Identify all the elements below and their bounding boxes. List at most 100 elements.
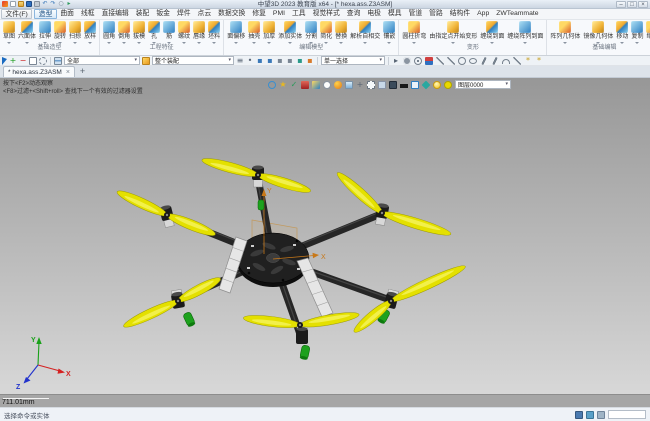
- brush-icon[interactable]: [301, 81, 309, 89]
- pan-icon[interactable]: +: [356, 81, 364, 89]
- landing-foot-green[interactable]: [183, 311, 196, 327]
- scope-combobox[interactable]: 整个装配▾: [152, 56, 234, 65]
- arc-a-icon[interactable]: [502, 59, 510, 64]
- play-icon[interactable]: ▸: [66, 1, 72, 7]
- layer-color-icon[interactable]: [444, 81, 452, 89]
- ribbon-button-divide[interactable]: 分割: [304, 21, 318, 44]
- display-window-icon[interactable]: [378, 81, 386, 89]
- ribbon-button-rib[interactable]: 筋: [162, 21, 176, 44]
- menu-item-3[interactable]: 线框: [77, 9, 98, 19]
- maximize-button[interactable]: □: [627, 1, 637, 8]
- filter-combobox[interactable]: 全部▾: [64, 56, 140, 65]
- ribbon-button-extrude[interactable]: 拉伸: [38, 21, 52, 44]
- ribbon-button-revolve[interactable]: 旋转: [53, 21, 67, 44]
- ribbon-button-pattern-geometry[interactable]: 阵列几何体: [549, 21, 581, 44]
- minimize-button[interactable]: –: [616, 1, 626, 8]
- status-input-box[interactable]: [608, 410, 646, 419]
- image-plane-icon[interactable]: [345, 81, 353, 89]
- menu-item-17[interactable]: 管道: [405, 9, 426, 19]
- menu-item-file[interactable]: 文件(F): [1, 9, 32, 19]
- refresh-view-icon[interactable]: [268, 81, 276, 89]
- menu-item-19[interactable]: 结构件: [446, 9, 473, 19]
- section-bar-icon[interactable]: [400, 84, 408, 88]
- hexacopter-model-canvas[interactable]: Y X: [0, 78, 650, 407]
- ribbon-button-deform-by-point[interactable]: 由指定点开始变形: [428, 21, 478, 44]
- ribbon-button-stock[interactable]: 坯料: [207, 21, 221, 44]
- lasso-select-icon[interactable]: [39, 57, 47, 65]
- axis-icon[interactable]: [425, 57, 433, 65]
- cube-icon[interactable]: [312, 81, 320, 89]
- undo-icon[interactable]: ↶: [42, 1, 48, 7]
- ribbon-button-shell[interactable]: 抽壳: [247, 21, 261, 44]
- ribbon-button-copy[interactable]: 复制: [630, 21, 644, 44]
- menu-item-20[interactable]: App: [474, 9, 493, 19]
- slash-icon[interactable]: [513, 57, 521, 65]
- tab-close-icon[interactable]: ×: [66, 69, 70, 76]
- ribbon-button-thread[interactable]: 螺纹: [177, 21, 191, 44]
- ribbon-button-box[interactable]: 六面体: [17, 21, 37, 44]
- target-icon[interactable]: [414, 57, 422, 65]
- landing-leg-right[interactable]: [297, 258, 333, 317]
- pick-all-icon[interactable]: ▪: [306, 57, 314, 65]
- ribbon-button-mirror-geometry[interactable]: 镜像几何体: [582, 21, 614, 44]
- menu-item-11[interactable]: PMI: [269, 9, 288, 19]
- menu-item-21[interactable]: ZWTeammate: [493, 9, 542, 19]
- wave-icon[interactable]: [491, 57, 499, 65]
- print-icon[interactable]: [34, 1, 40, 7]
- ribbon-button-draft[interactable]: 拔模: [132, 21, 146, 44]
- ribbon-button-inlay[interactable]: 镶嵌: [382, 21, 396, 44]
- ribbon-button-resolve-selfint[interactable]: 解析自相交: [349, 21, 381, 44]
- ribbon-button-hole[interactable]: 孔: [147, 21, 161, 44]
- viewport-frame-icon[interactable]: [411, 81, 419, 89]
- circle-a-icon[interactable]: [458, 57, 466, 65]
- clock-icon[interactable]: [323, 81, 331, 89]
- pick-prev-icon[interactable]: ▪: [256, 57, 264, 65]
- check-icon[interactable]: ✓: [290, 81, 298, 89]
- app-logo-icon[interactable]: [2, 1, 8, 7]
- menu-item-18[interactable]: 管路: [426, 9, 447, 19]
- menu-item-4[interactable]: 直接编辑: [98, 9, 132, 19]
- pin-icon[interactable]: •: [246, 57, 254, 65]
- layer-combobox[interactable]: 图层0000▾: [455, 80, 511, 89]
- menu-item-8[interactable]: 点云: [194, 9, 215, 19]
- grid-status-icon[interactable]: [575, 411, 583, 419]
- ellipse-a-icon[interactable]: [469, 58, 477, 64]
- ribbon-button-lip[interactable]: 唇缘: [192, 21, 206, 44]
- display-status-icon[interactable]: [586, 411, 594, 419]
- menu-item-6[interactable]: 钣金: [153, 9, 174, 19]
- green-standoff[interactable]: [258, 200, 264, 210]
- ribbon-button-face-offset[interactable]: 面偏移: [226, 21, 246, 44]
- regen-icon[interactable]: ○: [58, 1, 64, 7]
- collapse-minus-icon[interactable]: −: [19, 57, 27, 65]
- document-tab[interactable]: * hexa.ass.Z3ASM ×: [3, 66, 75, 77]
- viewport-3d[interactable]: 按下<F2>动态观察 <F8>过滤+<Shift+roll> 查找下一个有效的过…: [0, 78, 650, 407]
- redo-icon[interactable]: ↷: [50, 1, 56, 7]
- motor-bottom[interactable]: [296, 325, 308, 344]
- pick-last-icon[interactable]: ▪: [296, 57, 304, 65]
- center-hub-plate[interactable]: [237, 233, 309, 287]
- menu-item-15[interactable]: 电极: [364, 9, 385, 19]
- pick-arrow-icon[interactable]: ▸: [392, 57, 400, 65]
- new-tab-button[interactable]: +: [75, 66, 90, 77]
- cursor-icon[interactable]: [2, 57, 7, 65]
- list-status-icon[interactable]: [597, 411, 605, 419]
- zoom-window-icon[interactable]: [367, 81, 375, 89]
- ribbon-button-wrap-pattern[interactable]: 缠绕阵列到面: [506, 21, 544, 44]
- ribbon-button-wrap-to-face[interactable]: 缠绕到面: [479, 21, 505, 44]
- menu-item-10[interactable]: 修复: [249, 9, 270, 19]
- ribbon-button-loft[interactable]: 放样: [83, 21, 97, 44]
- menu-item-7[interactable]: 焊件: [173, 9, 194, 19]
- open-file-icon[interactable]: [18, 1, 24, 7]
- ribbon-button-cylinder-bend[interactable]: 圆柱折弯: [401, 21, 427, 44]
- gear-icon[interactable]: [403, 57, 411, 65]
- menu-item-2[interactable]: 曲面: [57, 9, 78, 19]
- new-file-icon[interactable]: [10, 1, 16, 7]
- pick-next-icon[interactable]: ▪: [266, 57, 274, 65]
- ribbon-button-thicken[interactable]: 加厚: [262, 21, 276, 44]
- menu-item-5[interactable]: 装配: [132, 9, 153, 19]
- ribbon-button-chamfer[interactable]: 倒角: [117, 21, 131, 44]
- material-ball-icon[interactable]: [334, 81, 342, 89]
- star-icon[interactable]: ★: [279, 81, 287, 89]
- spline-icon[interactable]: [480, 57, 488, 65]
- ribbon-button-sweep[interactable]: 扫掠: [68, 21, 82, 44]
